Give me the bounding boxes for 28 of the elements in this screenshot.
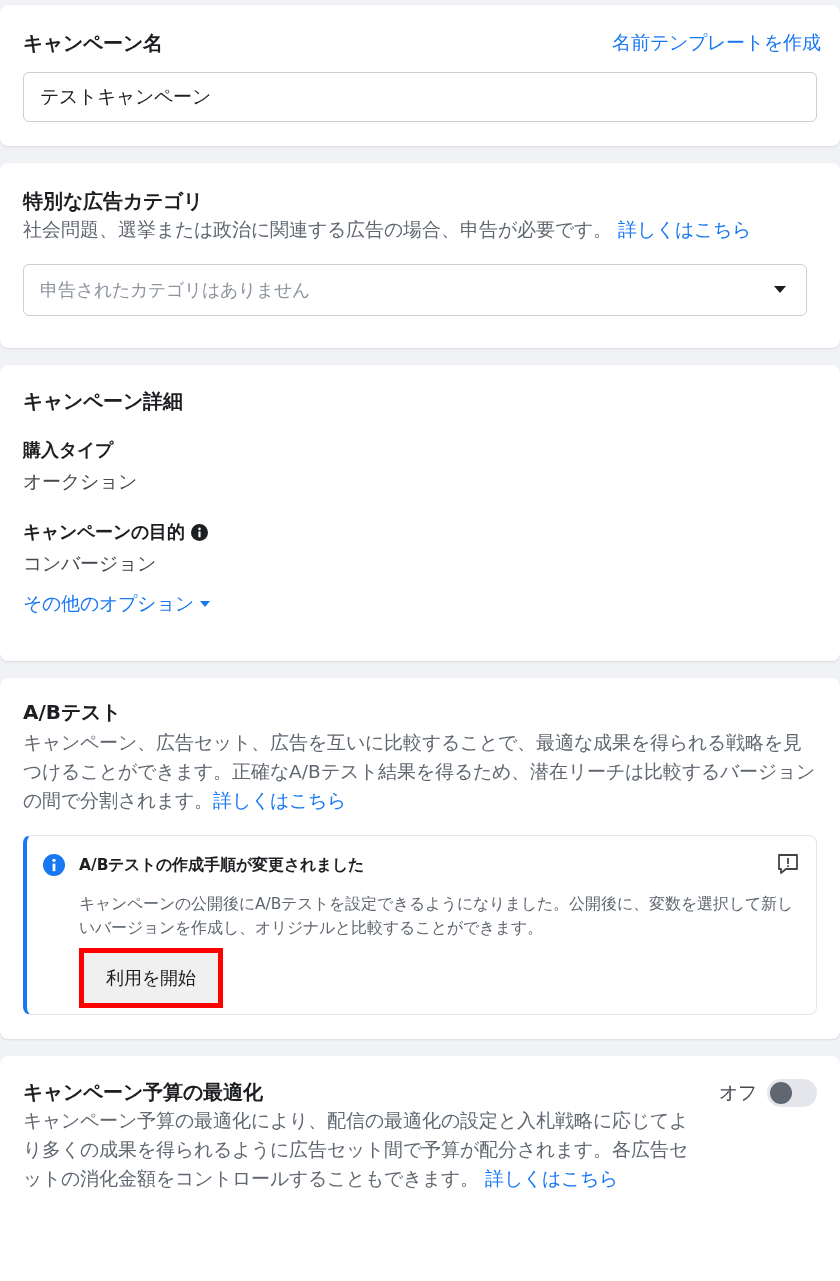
notice-title: A/Bテストの作成手順が変更されました [79,855,365,876]
section-title: 特別な広告カテゴリ [23,188,204,215]
section-title: キャンペーン名 [23,30,163,57]
campaign-name-field[interactable]: テストキャンペーン [23,72,817,122]
learn-more-link[interactable]: 詳しくはこちら [213,790,346,811]
field-label: 購入タイプ [23,438,113,462]
category-dropdown[interactable]: 申告されたカテゴリはありません [23,264,807,316]
field-value: コンバージョン [23,551,157,576]
field-value: オークション [23,469,138,494]
learn-more-link[interactable]: 詳しくはこちら [484,1168,618,1189]
get-started-button[interactable]: 利用を開始 [84,953,218,1003]
description: キャンペーン予算の最適化により、配信の最適化の設定と入札戦略に応じてより多くの成果を得られるように広告セット間で予算が配分されます。各広告セットの消化金額をコントロールすることもできます。 詳しくはこちら [23,1109,689,1191]
field-label: キャンペーンの目的 [23,520,185,544]
caret-icon [200,601,210,607]
template-link[interactable]: 名前テンプレートを作成 [612,30,821,56]
toggle-label: オフ [719,1080,757,1105]
info-icon [43,854,65,876]
learn-more-link[interactable]: 詳しくはこちら [617,219,751,240]
description: 社会問題、選挙または政治に関連する広告の場合、申告が必要です。 詳しくはこちら [23,218,752,242]
toggle-switch[interactable] [767,1079,817,1107]
caret-icon [774,286,786,294]
more-options-link[interactable]: その他のオプション [23,591,210,617]
notice-text: キャンペーンの公開後にA/Bテストを設定できるようになりました。公開後に、変数を選択して新しいバージョンを作成し、オリジナルと比較することができます。 [79,894,795,939]
description: キャンペーン、広告セット、広告を互いに比較することで、最適な成果を得られる戦略を見つけることができます。正確なA/Bテスト結果を得るため、潜在リーチは比較するバージョンの間で分割されます。詳しくはこちら [23,731,816,813]
feedback-icon[interactable] [776,852,800,876]
section-title: A/Bテスト [23,699,123,726]
section-title: キャンペーン詳細 [23,388,184,415]
section-title: キャンペーン予算の最適化 [23,1079,264,1106]
